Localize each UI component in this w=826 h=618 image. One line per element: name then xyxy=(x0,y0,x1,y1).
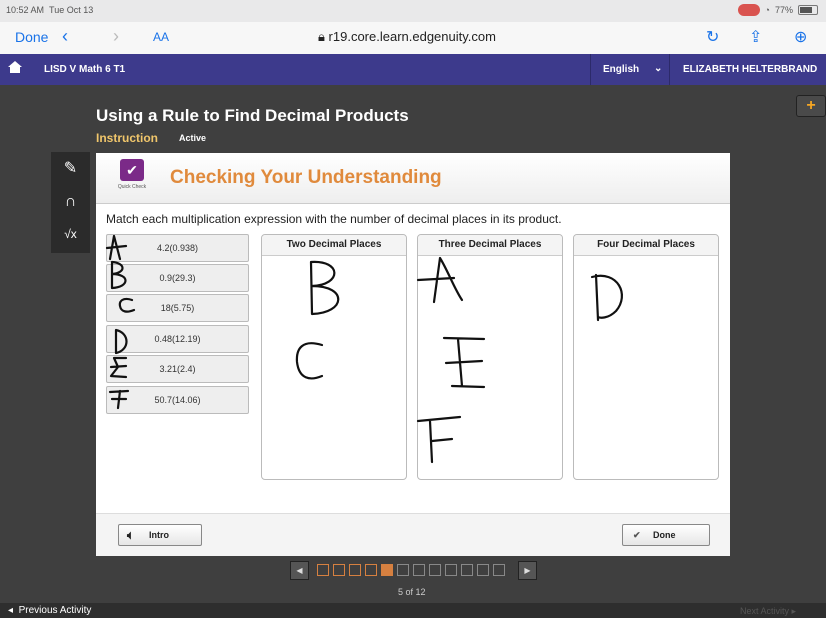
home-icon[interactable] xyxy=(8,61,22,73)
pager-square[interactable] xyxy=(317,564,329,576)
intro-label: Intro xyxy=(149,530,169,540)
pager-square[interactable] xyxy=(429,564,441,576)
pager-square[interactable] xyxy=(413,564,425,576)
reload-icon[interactable]: ↻ xyxy=(706,27,719,47)
handwritten-a xyxy=(105,234,128,261)
handwritten-letters xyxy=(105,234,623,464)
pager-square[interactable] xyxy=(461,564,473,576)
intro-button[interactable]: 🔈︎ Intro xyxy=(118,524,202,546)
handwritten-b xyxy=(309,260,340,316)
handwritten-f xyxy=(108,389,130,410)
pager-square[interactable] xyxy=(445,564,457,576)
speaker-icon: 🔈︎ xyxy=(127,528,135,542)
user-name[interactable]: ELIZABETH HELTERBRAND xyxy=(683,64,817,75)
tab-instruction[interactable]: Instruction xyxy=(96,131,158,145)
tool-palette: ✎ ∩ √x xyxy=(51,152,90,253)
calculator-icon[interactable]: √x xyxy=(51,218,90,251)
language-select[interactable]: English ⌄ xyxy=(590,54,670,85)
status-icons: ◔ 77% xyxy=(737,4,818,16)
pager-prev-button[interactable]: ◀ xyxy=(290,561,309,580)
wifi-icon: ◔ xyxy=(764,5,770,15)
pager-square[interactable] xyxy=(493,564,505,576)
handwritten-d xyxy=(590,273,623,322)
activity-footer: 🔈︎ Intro ✔ Done xyxy=(96,513,730,556)
back-icon[interactable]: ‹ xyxy=(62,26,68,47)
handwritten-c xyxy=(295,342,324,380)
battery-percent: 77% xyxy=(774,5,793,15)
compass-icon[interactable]: ⊕ xyxy=(794,27,807,47)
tab-active[interactable]: Active xyxy=(179,133,206,143)
page-count: 5 of 12 xyxy=(398,587,426,597)
pager-square[interactable] xyxy=(477,564,489,576)
activity-nav-bar: ◂ Previous Activity Next Activity ▸ xyxy=(0,603,826,618)
done-button[interactable]: ✔ Done xyxy=(622,524,710,546)
handwritten-c xyxy=(118,297,136,313)
pager-next-button[interactable]: ▶ xyxy=(518,561,537,580)
add-button[interactable]: + xyxy=(796,95,826,117)
chevron-down-icon: ⌄ xyxy=(654,63,663,74)
address-bar[interactable]: 🔒︎ r19.core.learn.edgenuity.com xyxy=(318,29,496,45)
headphones-icon[interactable]: ∩ xyxy=(51,185,90,218)
status-bar: 10:52 AM Tue Oct 13 ◔ 77% xyxy=(0,0,826,22)
handwritten-a xyxy=(416,256,464,304)
activity-panel: ✔ Quick Check Checking Your Understandin… xyxy=(96,153,730,556)
handwritten-d xyxy=(114,328,128,355)
microphone-icon xyxy=(737,4,760,16)
share-icon[interactable]: ⇪ xyxy=(749,27,762,47)
text-size-button[interactable]: AA xyxy=(153,30,169,44)
course-name: LISD V Math 6 T1 xyxy=(44,64,126,75)
browser-done-button[interactable]: Done xyxy=(15,29,48,45)
handwritten-e xyxy=(442,336,486,389)
pager-square[interactable] xyxy=(381,564,393,576)
language-label: English xyxy=(603,64,640,75)
handwritten-b xyxy=(110,260,127,290)
done-label: Done xyxy=(653,530,676,540)
pencil-icon[interactable]: ✎ xyxy=(51,152,90,185)
pager-square[interactable] xyxy=(333,564,345,576)
checkmark-icon: ✔ xyxy=(633,530,641,540)
battery-icon xyxy=(798,5,818,15)
pager-square[interactable] xyxy=(349,564,361,576)
pager-square[interactable] xyxy=(365,564,377,576)
handwriting-overlay xyxy=(105,234,623,464)
forward-icon[interactable]: › xyxy=(113,26,119,47)
pager xyxy=(317,564,505,576)
lock-icon: 🔒︎ xyxy=(318,29,325,44)
previous-activity-button[interactable]: ◂ Previous Activity xyxy=(8,605,91,616)
browser-toolbar: Done ‹ › AA 🔒︎ r19.core.learn.edgenuity.… xyxy=(0,22,826,55)
status-time: 10:52 AM Tue Oct 13 xyxy=(6,5,94,15)
chevron-left-icon: ◂ xyxy=(8,605,14,616)
handwritten-f xyxy=(416,415,462,464)
pager-square[interactable] xyxy=(397,564,409,576)
course-nav: LISD V Math 6 T1 English ⌄ ELIZABETH HEL… xyxy=(0,54,826,85)
handwritten-e xyxy=(109,356,128,379)
next-activity-button[interactable]: Next Activity ▸ xyxy=(740,606,796,617)
page-title: Using a Rule to Find Decimal Products xyxy=(96,106,409,125)
